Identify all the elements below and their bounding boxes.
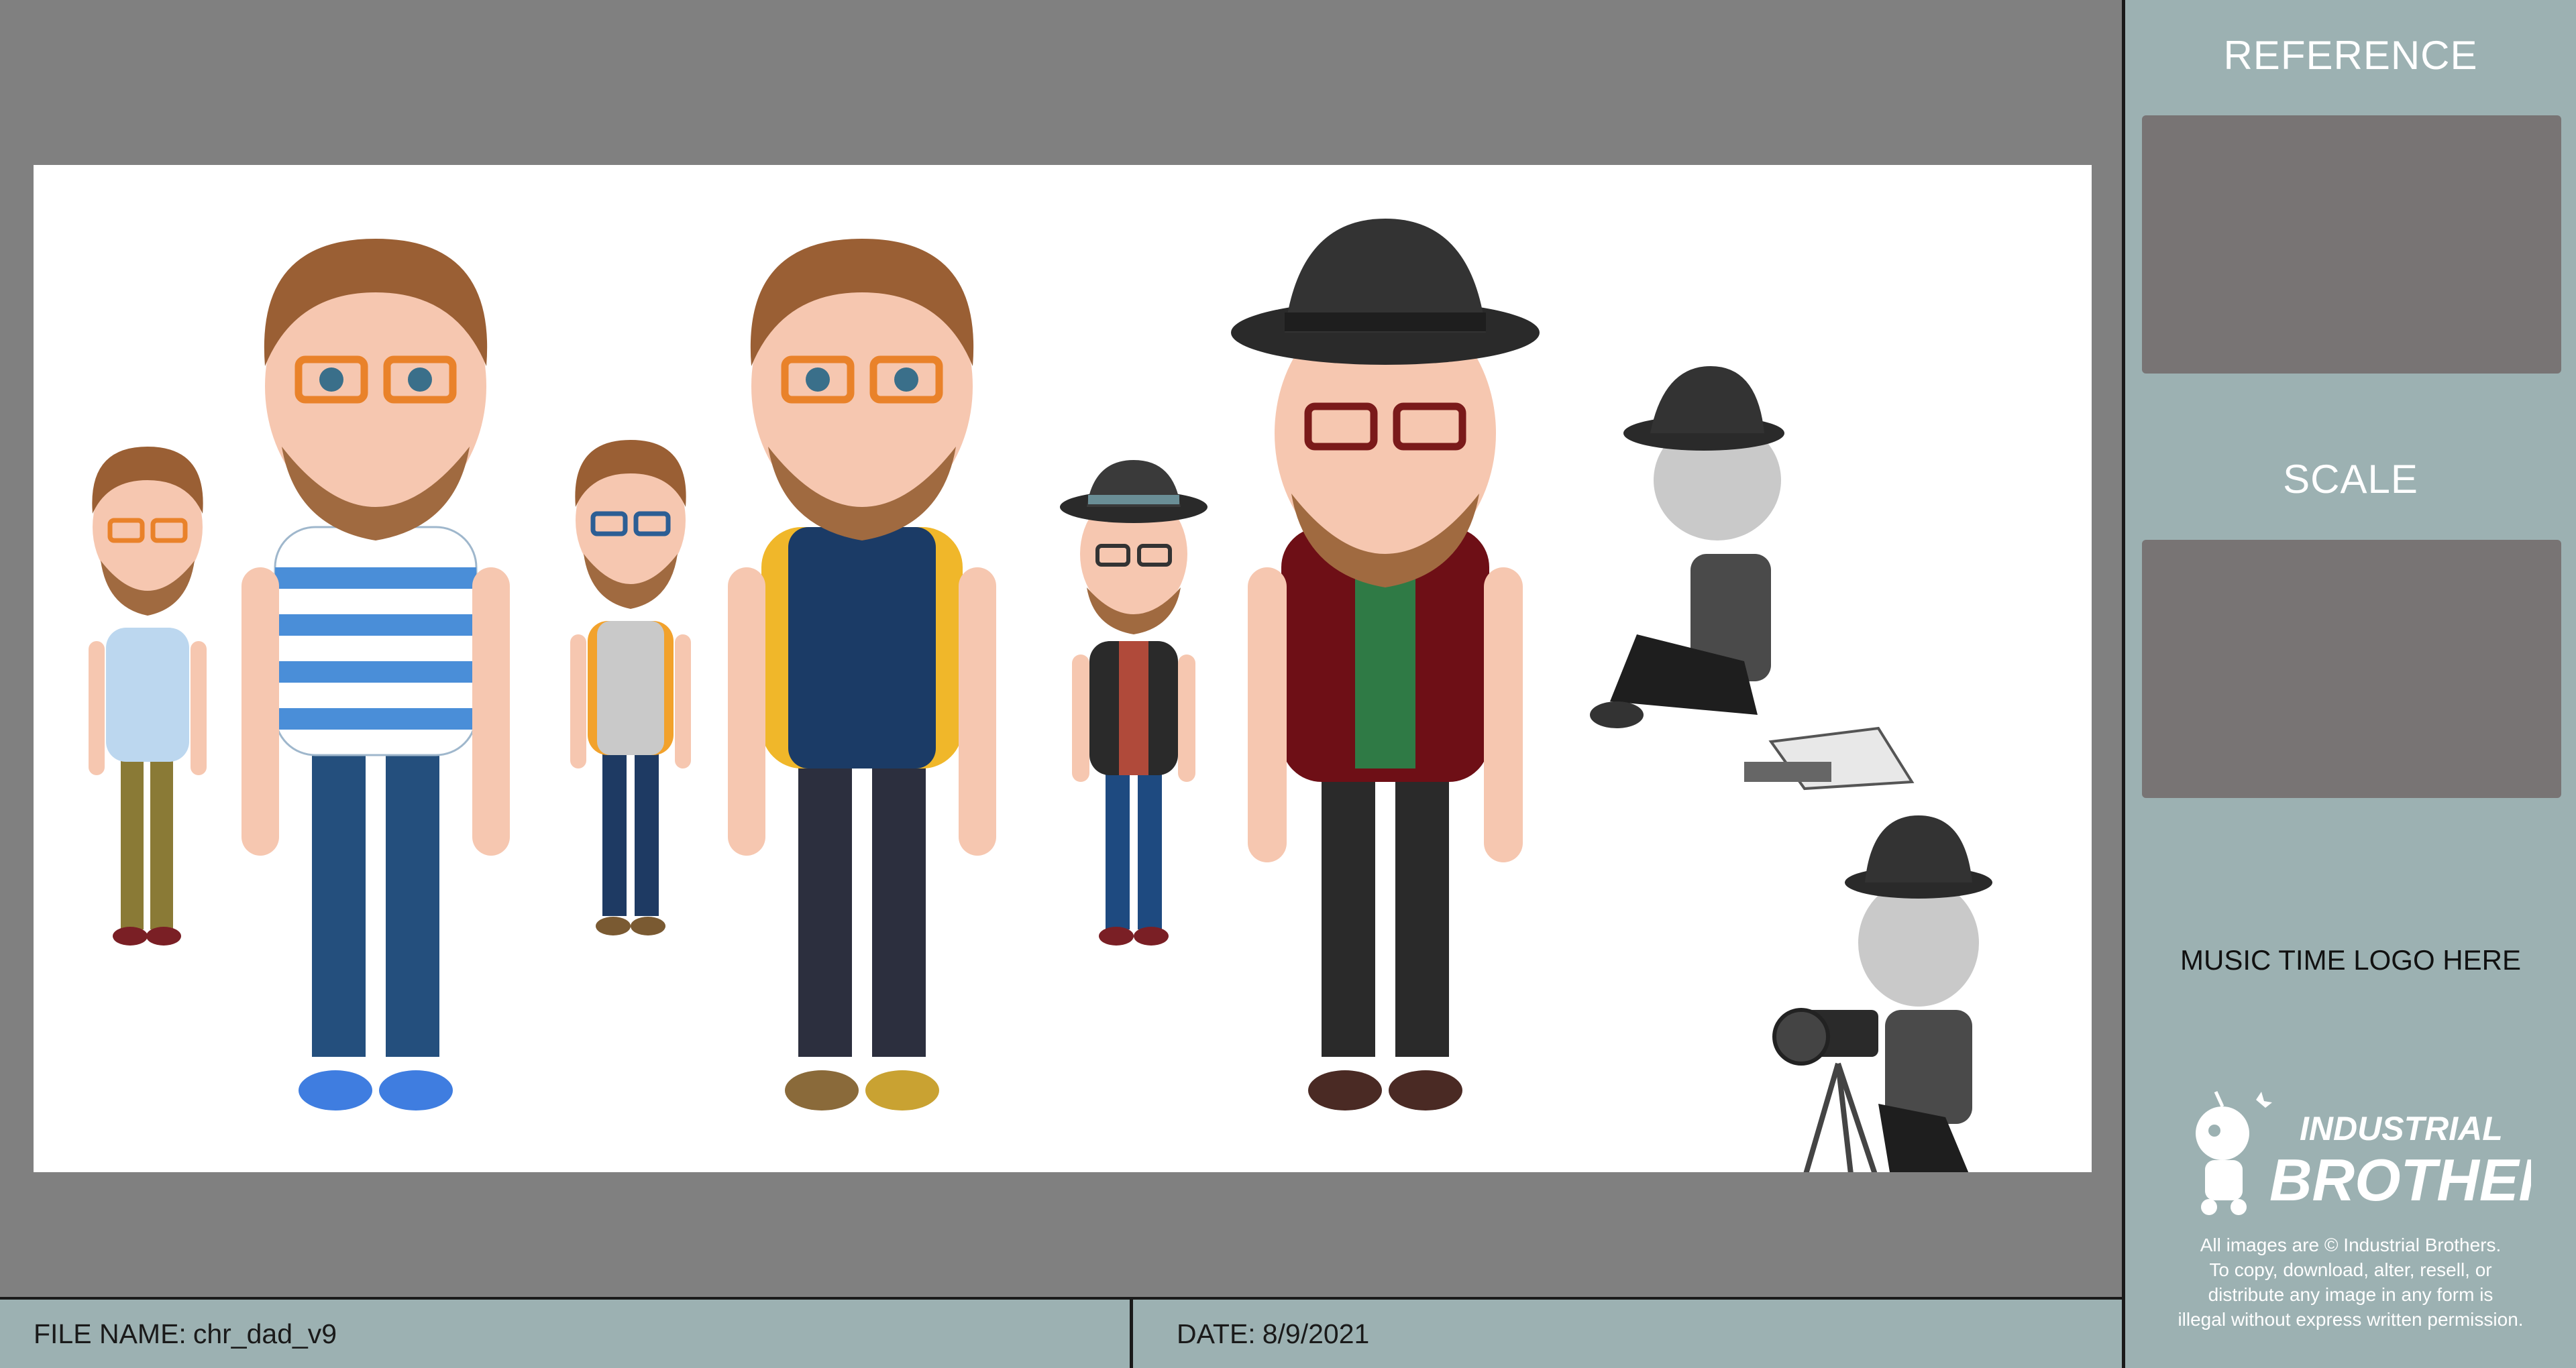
brand-line-1: INDUSTRIAL — [2300, 1110, 2503, 1147]
reference-placeholder-box — [2142, 115, 2561, 374]
file-name-field: FILE NAME: chr_dad_v9 — [34, 1300, 337, 1368]
copyright-line: distribute any image in any form is — [2208, 1284, 2493, 1305]
character-sheet-canvas — [34, 165, 2092, 1172]
brand-line-2: BROTHERS — [2269, 1147, 2531, 1213]
file-info-footer: FILE NAME: chr_dad_v9 DATE: 8/9/2021 — [0, 1297, 2122, 1368]
artboard-frame — [0, 0, 2122, 1297]
scale-placeholder-box — [2142, 540, 2561, 798]
copyright-line: To copy, download, alter, resell, or — [2209, 1259, 2492, 1280]
reference-heading: REFERENCE — [2223, 33, 2478, 78]
industrial-brothers-logo: INDUSTRIAL BROTHERS — [2196, 1090, 2531, 1215]
character-variant-grey-vest-small — [570, 440, 691, 935]
scale-heading: SCALE — [2283, 457, 2418, 502]
character-variant-striped-shirt — [241, 239, 510, 1110]
robot-mascot-icon — [2196, 1090, 2272, 1215]
character-variant-maroon-cardigan — [1231, 219, 1540, 1110]
character-lineup — [89, 219, 1992, 1172]
character-variant-navy-vest — [728, 239, 996, 1110]
date-label: DATE: — [1177, 1318, 1256, 1349]
footer-divider — [1130, 1300, 1133, 1368]
copyright-line: illegal without express written permissi… — [2178, 1309, 2524, 1330]
character-variant-blue-shirt-small — [89, 447, 207, 946]
file-name-label: FILE NAME: — [34, 1318, 186, 1349]
date-value: 8/9/2021 — [1262, 1318, 1370, 1349]
character-variant-black-jacket-small — [1060, 460, 1208, 946]
date-field: DATE: 8/9/2021 — [1177, 1300, 1369, 1368]
sketch-kneeling-camera — [1772, 815, 1992, 1172]
logo-placeholder-text: MUSIC TIME LOGO HERE — [2180, 944, 2521, 976]
file-name-value: chr_dad_v9 — [193, 1318, 337, 1349]
sidebar-panel: REFERENCE SCALE MUSIC TIME LOGO HERE IND… — [2122, 0, 2576, 1368]
copyright-notice: All images are © Industrial Brothers. To… — [2125, 1233, 2576, 1332]
copyright-line: All images are © Industrial Brothers. — [2200, 1235, 2502, 1255]
sketch-sitting-reading — [1590, 366, 1915, 791]
